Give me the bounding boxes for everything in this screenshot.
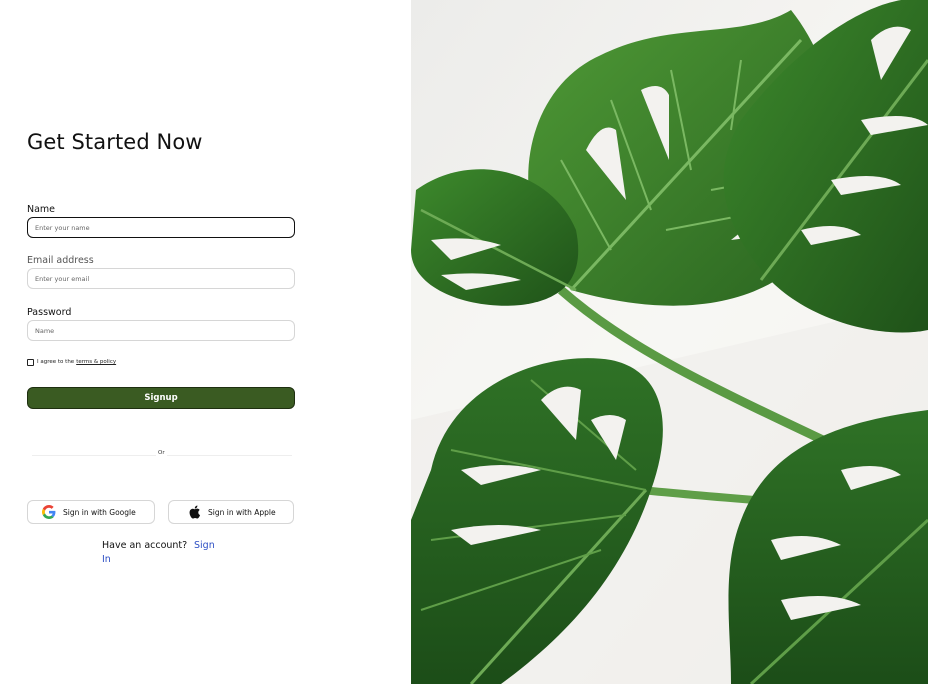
google-icon [42, 505, 56, 519]
name-field[interactable] [27, 217, 295, 238]
email-field[interactable] [27, 268, 295, 289]
email-label: Email address [27, 255, 94, 266]
have-account-text: Have an account? [102, 540, 188, 551]
terms-agreement: I agree to the terms & policy [27, 357, 116, 367]
password-label: Password [27, 307, 72, 318]
terms-link[interactable]: terms & policy [76, 359, 116, 365]
google-signin-button[interactable]: Sign in with Google [27, 500, 155, 524]
signup-button[interactable]: Signup [27, 387, 295, 409]
apple-icon [187, 505, 201, 519]
google-signin-label: Sign in with Google [63, 507, 136, 517]
apple-signin-button[interactable]: Sign in with Apple [168, 500, 294, 524]
page-title: Get Started Now [27, 130, 203, 154]
name-label: Name [27, 204, 56, 215]
divider-or-text: Or [156, 450, 167, 456]
signin-link-continued[interactable]: In [102, 553, 111, 567]
hero-image [411, 0, 928, 684]
signin-link[interactable]: Sign [194, 539, 215, 553]
signup-panel: Get Started Now Name Email address Passw… [0, 0, 411, 684]
password-field[interactable] [27, 320, 295, 341]
terms-text: I agree to the [37, 359, 75, 365]
terms-checkbox[interactable] [27, 358, 34, 366]
monstera-leaves-illustration [411, 0, 928, 684]
apple-signin-label: Sign in with Apple [208, 507, 276, 517]
